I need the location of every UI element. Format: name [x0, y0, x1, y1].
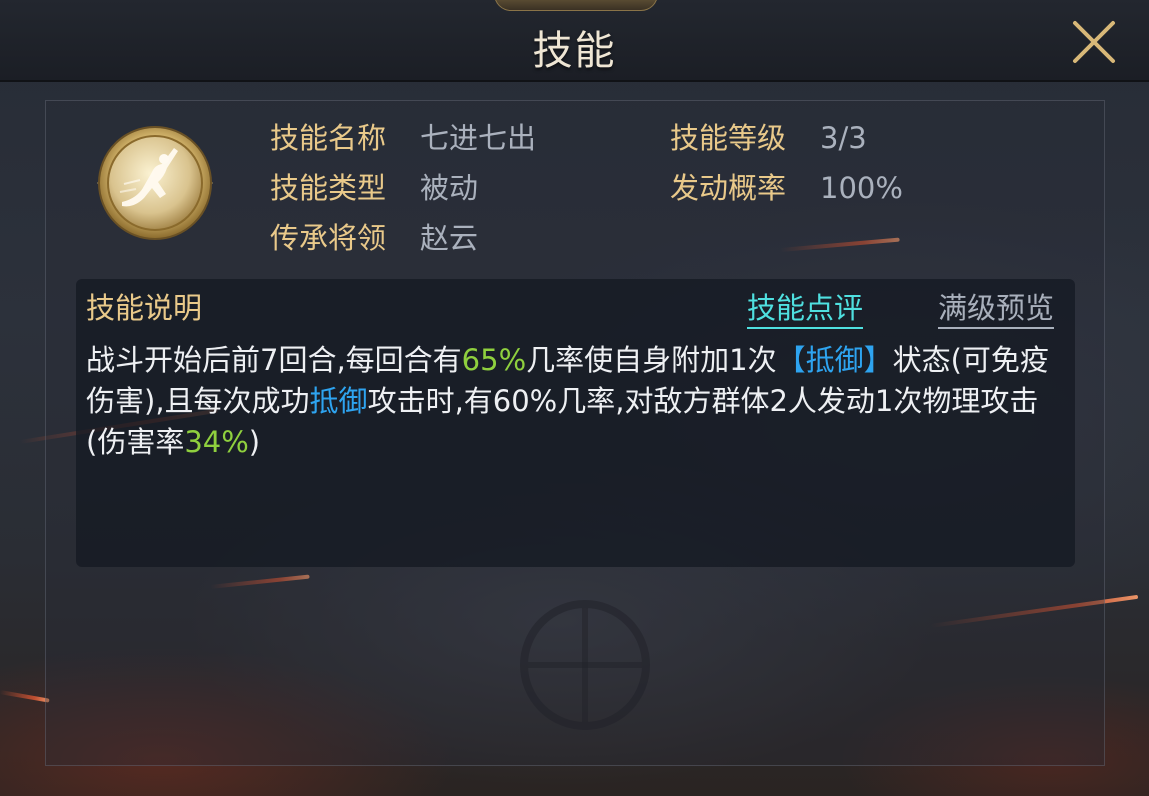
skill-type-label: 技能类型: [270, 171, 387, 205]
max-level-preview-link[interactable]: 满级预览: [938, 289, 1055, 329]
skill-name-label: 技能名称: [270, 121, 387, 155]
heir-general-label: 传承将领: [270, 221, 387, 255]
description-heading: 技能说明: [86, 291, 203, 325]
header-bar: 技能: [0, 0, 1149, 82]
trigger-rate-value: 100%: [820, 171, 903, 205]
header-ornament: [494, 0, 658, 11]
close-icon: [1073, 21, 1115, 63]
heir-general-value: 赵云: [420, 221, 479, 255]
skill-type-value: 被动: [420, 171, 479, 205]
description-segment: ): [248, 425, 261, 459]
swordsman-skill-icon: [97, 126, 213, 240]
skill-level-value: 3/3: [820, 121, 867, 155]
skill-icon: [94, 122, 216, 244]
skill-level-label: 技能等级: [670, 121, 787, 155]
description-keyword: 【抵御】: [776, 343, 893, 377]
description-keyword: 抵御: [309, 384, 368, 418]
description-segment: 几率使自身附加1次: [526, 343, 777, 377]
skill-review-link[interactable]: 技能点评: [747, 289, 864, 329]
page-title: 技能: [532, 28, 617, 74]
trigger-rate-label: 发动概率: [670, 171, 787, 205]
skill-name-value: 七进七出: [420, 121, 537, 155]
close-button[interactable]: [1068, 18, 1120, 66]
description-segment: 战斗开始后前7回合,每回合有: [86, 343, 462, 377]
description-highlight-rate: 65%: [461, 343, 527, 377]
skill-description-text: 战斗开始后前7回合,每回合有65%几率使自身附加1次【抵御】状态(可免疫伤害),…: [86, 340, 1066, 463]
description-highlight-rate: 34%: [184, 425, 249, 459]
